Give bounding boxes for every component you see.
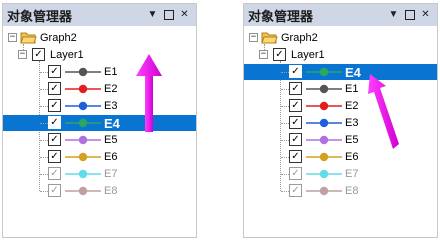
tree-item-plot[interactable]: ✓ E2 — [244, 98, 437, 114]
tree-item-plot[interactable]: ✓ E8 — [3, 183, 196, 199]
tree-item-label: Layer1 — [291, 49, 325, 61]
dropdown-icon[interactable]: ▼ — [146, 9, 159, 22]
plot-line-symbol-icon — [65, 169, 101, 179]
tree-item-plot[interactable]: ✓ E1 — [3, 64, 196, 80]
plot-line-symbol-icon — [306, 135, 342, 145]
tree-item-label: E7 — [345, 168, 359, 180]
folder-icon — [261, 32, 278, 44]
close-icon[interactable]: ✕ — [178, 9, 191, 22]
panel-titlebar[interactable]: 对象管理器 ▼ ✕ — [244, 4, 437, 26]
tree-item-label: E8 — [104, 185, 118, 197]
tree-item-label: Layer1 — [50, 49, 84, 61]
collapse-toggle[interactable]: − — [8, 33, 17, 42]
tree-item-label: Graph2 — [281, 32, 318, 44]
visibility-checkbox[interactable]: ✓ — [48, 65, 61, 78]
tree-item-label: Graph2 — [40, 32, 77, 44]
panel-title: 对象管理器 — [7, 9, 73, 25]
tree-item-label: E2 — [345, 100, 359, 112]
visibility-checkbox[interactable]: ✓ — [273, 48, 286, 61]
dropdown-icon[interactable]: ▼ — [387, 9, 400, 22]
plot-line-symbol-icon — [65, 67, 101, 77]
close-icon[interactable]: ✕ — [419, 9, 432, 22]
visibility-checkbox[interactable]: ✓ — [289, 116, 302, 129]
tree-item-label: E3 — [345, 117, 359, 129]
object-manager-panel-right: 对象管理器 ▼ ✕ − Graph2− ✓ Layer1 ✓ E4 ✓ E1 ✓ E2 ✓ E3 ✓ E5… — [243, 3, 438, 238]
plot-line-symbol-icon — [306, 101, 342, 111]
visibility-checkbox[interactable]: ✓ — [289, 99, 302, 112]
plot-line-symbol-icon — [306, 67, 342, 77]
tree-item-label: E6 — [104, 151, 118, 163]
visibility-checkbox[interactable]: ✓ — [289, 184, 302, 197]
tree-item-plot[interactable]: ✓ E5 — [244, 132, 437, 148]
tree-item-plot[interactable]: ✓ E8 — [244, 183, 437, 199]
tree-item-plot[interactable]: ✓ E5 — [3, 132, 196, 148]
tree-item-label: E6 — [345, 151, 359, 163]
collapse-toggle[interactable]: − — [18, 50, 27, 59]
tree-item-label: E5 — [345, 134, 359, 146]
tree-item-graph[interactable]: − Graph2 — [3, 30, 196, 46]
up-arrow-annotation — [136, 54, 162, 132]
collapse-toggle[interactable]: − — [249, 33, 258, 42]
collapse-toggle[interactable]: − — [259, 50, 268, 59]
visibility-checkbox[interactable]: ✓ — [48, 150, 61, 163]
tree-item-layer[interactable]: − ✓ Layer1 — [3, 47, 196, 63]
tree-item-plot[interactable]: ✓ E1 — [244, 81, 437, 97]
visibility-checkbox[interactable]: ✓ — [289, 65, 302, 78]
tree-item-label: E4 — [104, 115, 120, 131]
visibility-checkbox[interactable]: ✓ — [48, 116, 61, 129]
visibility-checkbox[interactable]: ✓ — [48, 99, 61, 112]
plot-line-symbol-icon — [306, 118, 342, 128]
maximize-icon[interactable] — [162, 9, 175, 22]
tree-item-plot[interactable]: ✓ E3 — [244, 115, 437, 131]
visibility-checkbox[interactable]: ✓ — [289, 150, 302, 163]
visibility-checkbox[interactable]: ✓ — [289, 82, 302, 95]
plot-line-symbol-icon — [65, 101, 101, 111]
folder-icon — [20, 32, 37, 44]
plot-line-symbol-icon — [65, 135, 101, 145]
visibility-checkbox[interactable]: ✓ — [48, 167, 61, 180]
object-manager-panel-left: 对象管理器 ▼ ✕ − Graph2− ✓ Layer1 ✓ E1 ✓ E2 ✓ E3 ✓ E4 ✓ E5… — [2, 3, 197, 238]
tree-item-label: E1 — [104, 66, 118, 78]
plot-line-symbol-icon — [65, 118, 101, 128]
visibility-checkbox[interactable]: ✓ — [289, 167, 302, 180]
visibility-checkbox[interactable]: ✓ — [48, 184, 61, 197]
visibility-checkbox[interactable]: ✓ — [48, 133, 61, 146]
panel-titlebar[interactable]: 对象管理器 ▼ ✕ — [3, 4, 196, 26]
tree-item-plot[interactable]: ✓ E4 — [3, 115, 196, 131]
tree-item-label: E4 — [345, 64, 361, 80]
maximize-icon[interactable] — [403, 9, 416, 22]
plot-line-symbol-icon — [306, 152, 342, 162]
tree-item-label: E3 — [104, 100, 118, 112]
tree-item-plot[interactable]: ✓ E2 — [3, 81, 196, 97]
plot-line-symbol-icon — [306, 186, 342, 196]
tree-item-label: E7 — [104, 168, 118, 180]
visibility-checkbox[interactable]: ✓ — [289, 133, 302, 146]
tree-item-label: E5 — [104, 134, 118, 146]
tree-item-plot[interactable]: ✓ E7 — [244, 166, 437, 182]
tree-item-label: E1 — [345, 83, 359, 95]
tree-item-label: E2 — [104, 83, 118, 95]
visibility-checkbox[interactable]: ✓ — [48, 82, 61, 95]
tree-item-plot[interactable]: ✓ E4 — [244, 64, 437, 80]
tree-item-graph[interactable]: − Graph2 — [244, 30, 437, 46]
plot-line-symbol-icon — [306, 169, 342, 179]
visibility-checkbox[interactable]: ✓ — [32, 48, 45, 61]
plot-line-symbol-icon — [65, 152, 101, 162]
plot-line-symbol-icon — [65, 84, 101, 94]
plot-line-symbol-icon — [65, 186, 101, 196]
tree-item-plot[interactable]: ✓ E6 — [3, 149, 196, 165]
tree-item-plot[interactable]: ✓ E6 — [244, 149, 437, 165]
plot-line-symbol-icon — [306, 84, 342, 94]
tree-item-label: E8 — [345, 185, 359, 197]
down-arrow-annotation — [368, 74, 399, 149]
tree-item-layer[interactable]: − ✓ Layer1 — [244, 47, 437, 63]
tree-item-plot[interactable]: ✓ E3 — [3, 98, 196, 114]
tree-item-plot[interactable]: ✓ E7 — [3, 166, 196, 182]
panel-title: 对象管理器 — [248, 9, 314, 25]
